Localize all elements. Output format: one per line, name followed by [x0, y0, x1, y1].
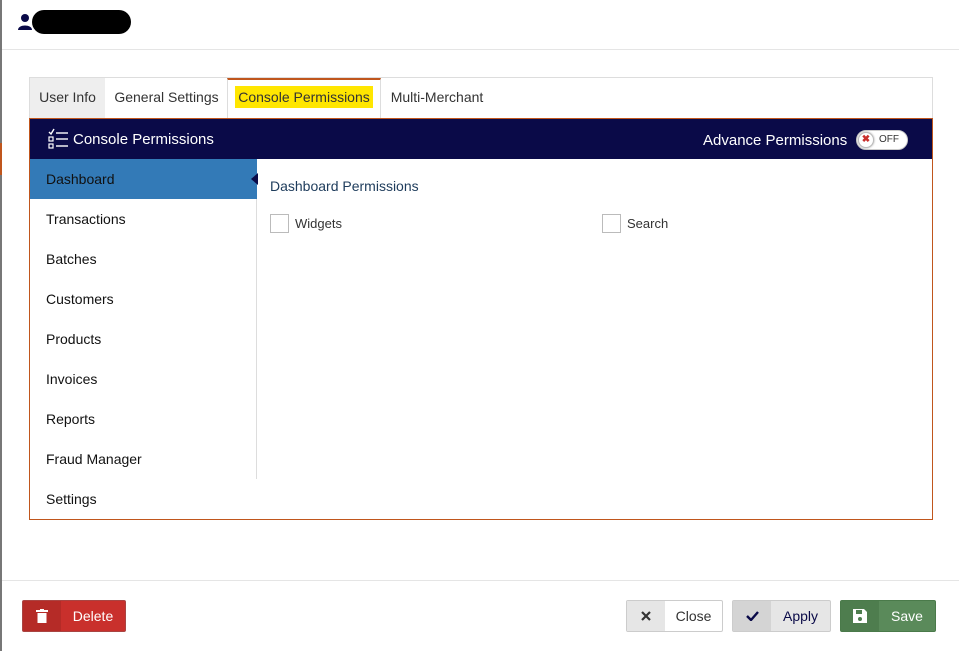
tab-multi-merchant[interactable]: Multi-Merchant: [381, 78, 493, 118]
nav-item-invoices[interactable]: Invoices: [30, 359, 257, 399]
advance-permissions-toggle[interactable]: ✖ OFF: [856, 130, 908, 150]
checklist-icon: [48, 128, 68, 149]
widgets-checkbox[interactable]: [270, 213, 289, 233]
nav-item-batches[interactable]: Batches: [30, 239, 257, 279]
check-icon: [733, 601, 771, 631]
window-left-accent: [0, 143, 2, 175]
nav-item-settings[interactable]: Settings: [30, 479, 257, 519]
window-left-edge: [0, 0, 2, 651]
advance-permissions-label: Advance Permissions: [703, 132, 848, 149]
nav-item-fraud-manager[interactable]: Fraud Manager: [30, 439, 257, 479]
console-permissions-panel: Console Permissions Advance Permissions …: [29, 118, 933, 520]
search-checkbox[interactable]: [602, 213, 621, 233]
active-arrow-icon: [251, 173, 258, 185]
apply-button-label: Apply: [782, 608, 819, 624]
tab-console-permissions-label: Console Permissions: [235, 86, 373, 108]
close-icon: [627, 601, 665, 631]
tab-console-permissions[interactable]: Console Permissions: [227, 78, 381, 119]
widgets-label: Widgets: [295, 215, 342, 231]
user-icon: [18, 14, 32, 30]
nav-item-reports[interactable]: Reports: [30, 399, 257, 439]
apply-button[interactable]: Apply: [732, 600, 831, 632]
close-button[interactable]: Close: [626, 600, 723, 632]
trash-icon: [23, 601, 61, 631]
nav-item-transactions[interactable]: Transactions: [30, 199, 257, 239]
permission-widgets: Widgets: [270, 213, 342, 233]
panel-title: Console Permissions: [73, 131, 214, 148]
content-title: Dashboard Permissions: [270, 178, 419, 194]
panel-header: Console Permissions Advance Permissions …: [30, 119, 932, 159]
permission-search: Search: [602, 213, 668, 233]
permissions-side-nav: Dashboard Transactions Batches Customers…: [30, 159, 258, 507]
nav-item-customers[interactable]: Customers: [30, 279, 257, 319]
nav-item-dashboard[interactable]: Dashboard: [30, 159, 258, 199]
toggle-off-x-icon: ✖: [858, 132, 874, 148]
search-label: Search: [627, 215, 669, 231]
tab-general-settings[interactable]: General Settings: [105, 78, 228, 118]
tab-bar: User Info General Settings Console Permi…: [29, 77, 933, 119]
nav-item-products[interactable]: Products: [30, 319, 257, 359]
close-button-label: Close: [675, 608, 712, 624]
save-button[interactable]: Save: [840, 600, 936, 632]
delete-button-label: Delete: [72, 608, 114, 624]
tab-user-info[interactable]: User Info: [30, 78, 105, 118]
delete-button[interactable]: Delete: [22, 600, 126, 632]
permissions-content: Dashboard Permissions Widgets Search: [258, 159, 932, 479]
nav-item-label: Dashboard: [46, 171, 115, 187]
save-button-label: Save: [891, 608, 923, 624]
toggle-state-text: OFF: [879, 134, 899, 145]
modal-header: [2, 0, 959, 50]
user-name-redacted: [32, 10, 131, 34]
modal-footer: Delete Close Apply Save: [2, 580, 959, 651]
save-icon: [841, 601, 879, 631]
